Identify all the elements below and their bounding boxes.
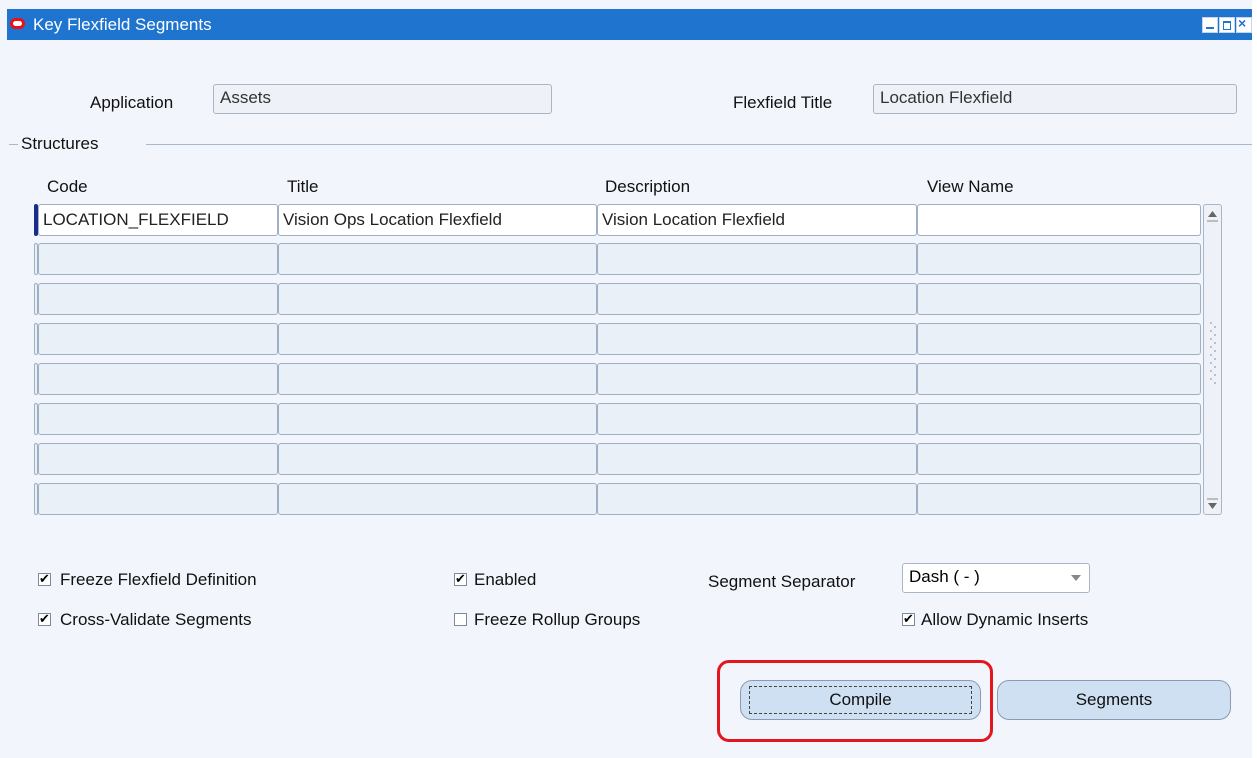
column-header-code: Code xyxy=(47,177,88,196)
section-divider xyxy=(9,144,18,145)
code-cell[interactable] xyxy=(38,243,278,275)
view-name-cell[interactable] xyxy=(917,443,1201,475)
flexfield-title-field[interactable]: Location Flexfield xyxy=(873,84,1237,114)
maximize-icon[interactable] xyxy=(1219,17,1235,33)
description-cell[interactable]: Vision Location Flexfield xyxy=(597,204,917,236)
code-cell[interactable] xyxy=(38,483,278,515)
description-cell[interactable] xyxy=(597,363,917,395)
view-name-cell[interactable] xyxy=(917,283,1201,315)
view-name-cell[interactable] xyxy=(917,483,1201,515)
structures-section-label: Structures xyxy=(21,134,99,153)
code-cell[interactable]: LOCATION_FLEXFIELD xyxy=(38,204,278,236)
cross-validate-segments-label: Cross-Validate Segments xyxy=(60,610,252,629)
chevron-down-icon xyxy=(1071,575,1081,581)
segment-separator-label: Segment Separator xyxy=(708,572,856,591)
code-cell[interactable] xyxy=(38,323,278,355)
description-cell[interactable] xyxy=(597,323,917,355)
freeze-flexfield-definition-checkbox[interactable]: ✔ xyxy=(38,572,51,586)
scroll-down-arrow-icon[interactable] xyxy=(1208,503,1217,509)
view-name-cell[interactable] xyxy=(917,363,1201,395)
title-cell[interactable] xyxy=(278,363,597,395)
freeze-rollup-groups-checkbox[interactable] xyxy=(454,613,467,626)
form-panel: Application Assets Flexfield Title Locat… xyxy=(7,40,1252,758)
title-cell[interactable] xyxy=(278,323,597,355)
window: Key Flexfield Segments × Application Ass… xyxy=(0,0,1252,758)
title-bar: Key Flexfield Segments × xyxy=(7,9,1252,40)
title-cell[interactable] xyxy=(278,283,597,315)
close-icon[interactable]: × xyxy=(1236,15,1252,33)
view-name-cell[interactable] xyxy=(917,403,1201,435)
vertical-scrollbar[interactable] xyxy=(1203,204,1222,515)
description-cell[interactable] xyxy=(597,483,917,515)
view-name-cell[interactable] xyxy=(917,243,1201,275)
code-cell[interactable] xyxy=(38,403,278,435)
code-cell[interactable] xyxy=(38,443,278,475)
segments-button-label: Segments xyxy=(1075,690,1153,709)
allow-dynamic-inserts-checkbox[interactable]: ✔ xyxy=(902,612,915,626)
flexfield-title-label: Flexfield Title xyxy=(733,93,833,112)
title-cell[interactable] xyxy=(278,483,597,515)
title-cell[interactable] xyxy=(278,403,597,435)
segment-separator-select[interactable]: Dash ( - ) xyxy=(902,563,1090,593)
focus-outline xyxy=(749,686,972,714)
enabled-label: Enabled xyxy=(474,570,537,589)
enabled-checkbox[interactable]: ✔ xyxy=(454,572,467,586)
scroll-up-arrow-icon[interactable] xyxy=(1208,211,1217,217)
title-cell[interactable]: Vision Ops Location Flexfield xyxy=(278,204,597,236)
column-header-description: Description xyxy=(605,177,691,196)
column-header-view-name: View Name xyxy=(927,177,1014,196)
minimize-icon[interactable] xyxy=(1202,17,1218,33)
title-cell[interactable] xyxy=(278,243,597,275)
column-header-title: Title xyxy=(287,177,319,196)
segment-separator-value: Dash ( - ) xyxy=(909,567,980,586)
description-cell[interactable] xyxy=(597,283,917,315)
application-label: Application xyxy=(90,93,174,112)
cross-validate-segments-checkbox[interactable]: ✔ xyxy=(38,612,51,626)
view-name-cell[interactable] xyxy=(917,204,1201,236)
application-field[interactable]: Assets xyxy=(213,84,552,114)
description-cell[interactable] xyxy=(597,403,917,435)
view-name-cell[interactable] xyxy=(917,323,1201,355)
window-title: Key Flexfield Segments xyxy=(33,15,212,34)
compile-button[interactable]: Compile xyxy=(740,680,981,720)
segments-button[interactable]: Segments xyxy=(997,680,1231,720)
allow-dynamic-inserts-label: Allow Dynamic Inserts xyxy=(921,610,1089,629)
title-cell[interactable] xyxy=(278,443,597,475)
freeze-flexfield-definition-label: Freeze Flexfield Definition xyxy=(60,570,257,589)
section-divider xyxy=(146,144,1252,145)
scrollbar-graphics xyxy=(1207,211,1218,509)
freeze-rollup-groups-label: Freeze Rollup Groups xyxy=(474,610,641,629)
description-cell[interactable] xyxy=(597,443,917,475)
code-cell[interactable] xyxy=(38,363,278,395)
description-cell[interactable] xyxy=(597,243,917,275)
oracle-logo-icon xyxy=(10,18,25,29)
scroll-grip-icon[interactable] xyxy=(1210,322,1216,384)
code-cell[interactable] xyxy=(38,283,278,315)
